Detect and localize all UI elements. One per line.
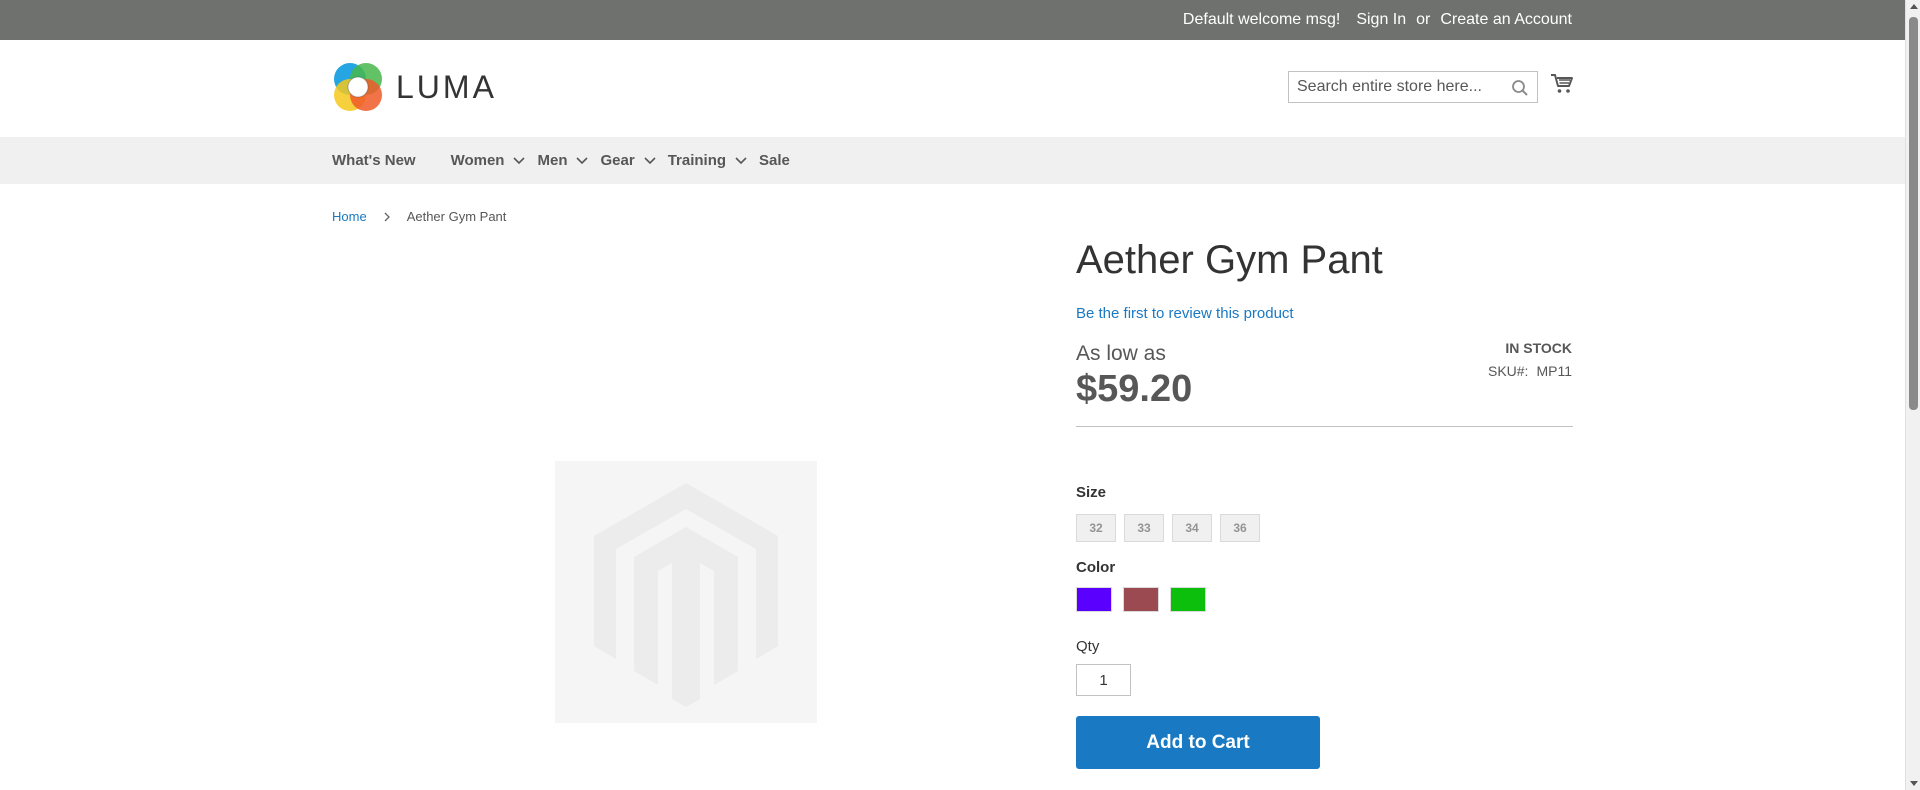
- size-option-34[interactable]: 34: [1172, 514, 1212, 542]
- nav-item-training[interactable]: Training: [668, 137, 747, 184]
- color-swatch-purple[interactable]: [1076, 587, 1112, 612]
- logo-text: LUMA: [396, 68, 497, 105]
- welcome-message: Default welcome msg!: [1182, 11, 1341, 28]
- product-price: $59.20: [1076, 368, 1193, 410]
- nav-item-women[interactable]: Women: [451, 137, 526, 184]
- cart-icon[interactable]: [1550, 72, 1574, 96]
- add-to-cart-button[interactable]: Add to Cart: [1076, 716, 1320, 769]
- product-title: Aether Gym Pant: [1076, 238, 1383, 282]
- breadcrumb-home-link[interactable]: Home: [332, 209, 367, 224]
- nav-item-label: What's New: [332, 152, 416, 169]
- scroll-down-arrow-icon[interactable]: [1910, 781, 1918, 786]
- size-option-32[interactable]: 32: [1076, 514, 1116, 542]
- nav-item-whats-new[interactable]: What's New: [332, 137, 416, 184]
- page-scrollbar[interactable]: [1905, 0, 1920, 790]
- color-label: Color: [1076, 559, 1116, 576]
- search-icon[interactable]: [1511, 79, 1529, 97]
- sign-in-link[interactable]: Sign In: [1356, 11, 1406, 29]
- luma-logo-icon: [334, 63, 382, 111]
- scroll-up-arrow-icon[interactable]: [1910, 4, 1918, 9]
- chevron-down-icon: [513, 156, 526, 164]
- chevron-down-icon: [735, 156, 747, 164]
- nav-item-label: Training: [667, 152, 727, 169]
- top-links: Default welcome msg! Sign In or Create a…: [1183, 11, 1572, 29]
- color-options: [1076, 587, 1206, 612]
- sku-info: SKU#: MP11: [1488, 363, 1572, 379]
- qty-input[interactable]: [1076, 664, 1131, 696]
- breadcrumb: Home Aether Gym Pant: [332, 209, 506, 224]
- product-image-placeholder[interactable]: [555, 461, 817, 723]
- sku-label: SKU#:: [1487, 363, 1529, 379]
- magento-placeholder-icon: [594, 483, 778, 707]
- top-bar: Default welcome msg! Sign In or Create a…: [0, 0, 1905, 40]
- chevron-down-icon: [576, 156, 589, 164]
- search-input[interactable]: [1289, 72, 1499, 102]
- main-navigation: What's New Women Men Gear Training Sale: [0, 137, 1905, 184]
- or-text: or: [1416, 11, 1431, 28]
- nav-item-gear[interactable]: Gear: [600, 137, 656, 184]
- search-box: [1288, 71, 1538, 103]
- color-swatch-green[interactable]: [1170, 587, 1206, 612]
- create-account-link[interactable]: Create an Account: [1440, 11, 1572, 29]
- scroll-thumb[interactable]: [1909, 17, 1918, 410]
- nav-item-men[interactable]: Men: [537, 137, 589, 184]
- size-option-36[interactable]: 36: [1220, 514, 1260, 542]
- nav-item-label: Gear: [600, 152, 635, 169]
- size-options: 32 33 34 36: [1076, 514, 1260, 542]
- site-header: LUMA: [0, 40, 1905, 137]
- nav-list: What's New Women Men Gear Training Sale: [332, 137, 814, 184]
- size-label: Size: [1076, 484, 1107, 501]
- size-option-33[interactable]: 33: [1124, 514, 1164, 542]
- nav-item-label: Sale: [759, 152, 790, 169]
- stock-status: In stock: [1505, 340, 1572, 356]
- chevron-right-icon: [384, 212, 390, 221]
- qty-label: Qty: [1076, 638, 1100, 655]
- first-review-link[interactable]: Be the first to review this product: [1076, 305, 1294, 322]
- logo-link[interactable]: LUMA: [332, 61, 497, 113]
- nav-item-sale[interactable]: Sale: [759, 137, 790, 184]
- sku-value: MP11: [1536, 363, 1572, 379]
- nav-item-label: Men: [537, 152, 568, 169]
- divider: [1076, 426, 1573, 427]
- color-swatch-red[interactable]: [1123, 587, 1159, 612]
- chevron-down-icon: [644, 156, 656, 164]
- price-prefix: As low as: [1076, 342, 1166, 365]
- nav-item-label: Women: [450, 152, 505, 169]
- breadcrumb-current: Aether Gym Pant: [406, 209, 507, 224]
